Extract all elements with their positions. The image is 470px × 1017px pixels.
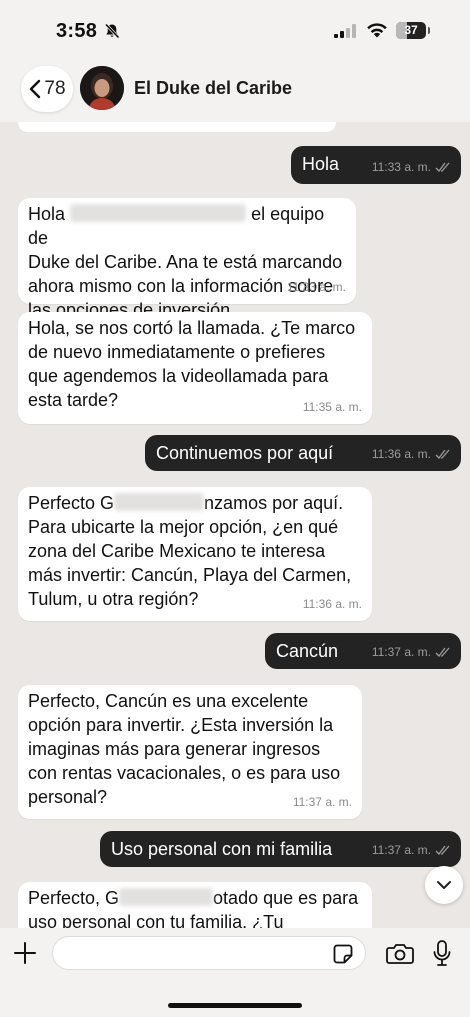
message-text: Hola bbox=[28, 204, 66, 224]
wifi-icon bbox=[367, 23, 387, 38]
battery-indicator: 37 bbox=[396, 22, 426, 39]
sticker-icon[interactable] bbox=[333, 944, 353, 964]
message-outgoing[interactable]: Continuemos por aquí 11:36 a. m. bbox=[145, 435, 461, 471]
unread-count: 78 bbox=[44, 78, 66, 99]
redacted-text bbox=[114, 493, 205, 511]
message-incoming[interactable]: Perfecto Gnzamos por aquí. Para ubicarte… bbox=[18, 487, 372, 621]
message-time: 11:37 a. m. bbox=[371, 843, 431, 857]
message-time: 11:33 a. m. bbox=[286, 280, 346, 294]
message-text: Hola bbox=[302, 154, 340, 174]
message-meta: 11:36 a. m. bbox=[303, 592, 362, 616]
double-check-icon bbox=[435, 845, 450, 855]
message-time: 11:36 a. m. bbox=[371, 447, 431, 461]
battery-percent: 37 bbox=[404, 23, 418, 37]
message-incoming[interactable]: Perfecto, Gotado que es para uso persona… bbox=[18, 882, 372, 928]
message-list[interactable]: Hola 11:33 a. m. Hola el equipo de Duke … bbox=[0, 122, 470, 928]
double-check-icon bbox=[435, 647, 450, 657]
message-text: Continuemos por aquí bbox=[156, 443, 334, 463]
redacted-text bbox=[70, 204, 247, 222]
message-outgoing[interactable]: Uso personal con mi familia 11:37 a. m. bbox=[100, 831, 461, 867]
double-check-icon bbox=[435, 449, 450, 459]
chevron-down-icon bbox=[437, 881, 451, 889]
message-incoming[interactable]: Hola el equipo de Duke del Caribe. Ana t… bbox=[18, 198, 356, 320]
home-indicator bbox=[168, 1003, 302, 1008]
chat-header: 78 El Duke del Caribe bbox=[0, 60, 470, 122]
message-time: 11:33 a. m. bbox=[371, 160, 431, 174]
chevron-left-icon bbox=[30, 79, 41, 99]
message-meta: 11:33 a. m. bbox=[287, 275, 346, 299]
message-text: Cancún bbox=[276, 641, 339, 661]
message-outgoing[interactable]: Hola 11:33 a. m. bbox=[291, 146, 461, 184]
signal-icon bbox=[334, 24, 356, 38]
message-time: 11:37 a. m. bbox=[371, 645, 431, 659]
avatar-image bbox=[80, 66, 124, 110]
message-input-text[interactable] bbox=[67, 943, 311, 963]
status-bar: 3:58 37 bbox=[0, 0, 470, 60]
message-meta: 11:36 a. m. bbox=[372, 442, 451, 466]
message-input[interactable] bbox=[52, 936, 366, 970]
message-meta: 11:37 a. m. bbox=[372, 838, 451, 862]
double-check-icon bbox=[435, 162, 450, 172]
message-incoming[interactable]: Perfecto, Cancún es una excelente opción… bbox=[18, 685, 362, 819]
partial-message bbox=[18, 122, 336, 132]
message-meta: 11:35 a. m. bbox=[303, 395, 362, 419]
bell-slash-icon bbox=[104, 23, 120, 39]
camera-icon[interactable] bbox=[386, 943, 414, 965]
message-text: Uso personal con mi familia bbox=[111, 839, 333, 859]
message-meta: 11:37 a. m. bbox=[293, 790, 352, 814]
microphone-icon[interactable] bbox=[433, 940, 451, 966]
message-time: 11:36 a. m. bbox=[302, 597, 362, 611]
status-time: 3:58 bbox=[56, 20, 98, 42]
plus-icon[interactable] bbox=[14, 942, 36, 964]
scroll-to-bottom-button[interactable] bbox=[425, 866, 463, 904]
message-incoming[interactable]: Hola, se nos cortó la llamada. ¿Te marco… bbox=[18, 312, 372, 424]
message-text: Perfecto G bbox=[28, 493, 115, 513]
redacted-text bbox=[119, 888, 214, 906]
message-time: 11:35 a. m. bbox=[302, 400, 362, 414]
avatar[interactable] bbox=[80, 66, 124, 110]
message-time: 11:37 a. m. bbox=[292, 795, 352, 809]
message-meta: 11:37 a. m. bbox=[372, 640, 451, 664]
message-outgoing[interactable]: Cancún 11:37 a. m. bbox=[265, 633, 461, 669]
battery-tip bbox=[428, 27, 430, 34]
message-text: Perfecto, G bbox=[28, 888, 120, 908]
message-meta: 11:33 a. m. bbox=[372, 155, 451, 179]
back-button[interactable]: 78 bbox=[21, 66, 73, 112]
chat-title[interactable]: El Duke del Caribe bbox=[134, 78, 292, 99]
